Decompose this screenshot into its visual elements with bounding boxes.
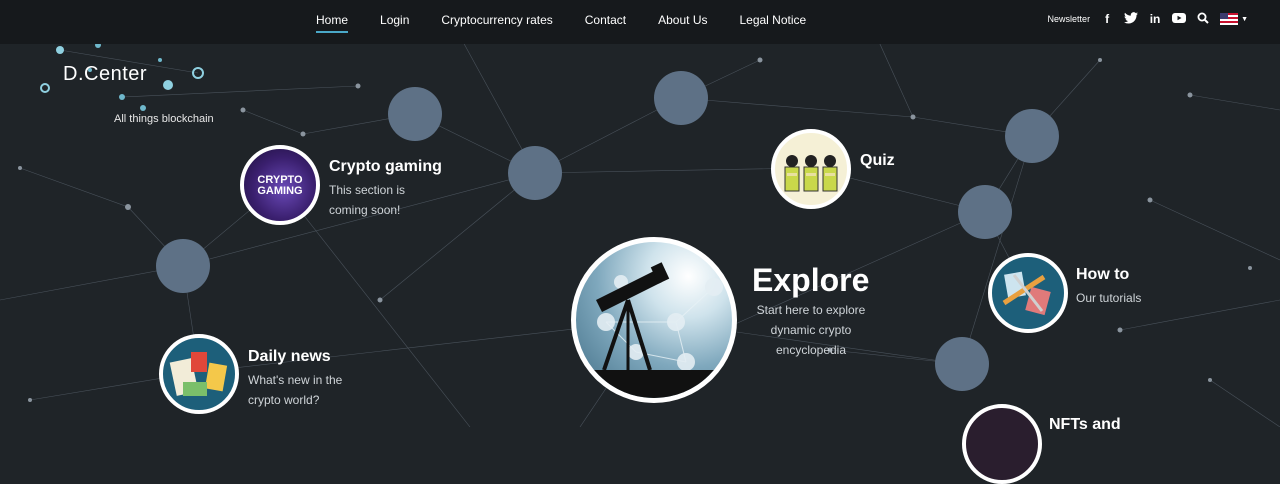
- how-to-title[interactable]: How to: [1076, 266, 1129, 284]
- language-selector[interactable]: ▼: [1220, 13, 1248, 25]
- facebook-icon[interactable]: f: [1100, 12, 1114, 26]
- search-icon[interactable]: [1196, 12, 1210, 26]
- twitter-icon[interactable]: [1124, 12, 1139, 26]
- nfts-title[interactable]: NFTs and: [1049, 416, 1121, 434]
- crypto-gaming-desc: This section is coming soon!: [329, 183, 406, 217]
- nav-crypto-rates[interactable]: Cryptocurrency rates: [441, 13, 552, 33]
- chevron-down-icon: ▼: [1241, 15, 1248, 23]
- nfts-thumb[interactable]: [962, 404, 1042, 484]
- how-to-thumb[interactable]: [988, 253, 1068, 333]
- daily-news-title[interactable]: Daily news: [248, 348, 331, 366]
- quiz-title[interactable]: Quiz: [860, 152, 895, 170]
- explore-title[interactable]: Explore: [752, 262, 869, 299]
- daily-news-desc: What's new in the crypto world?: [248, 373, 343, 407]
- tools-icon: [1002, 271, 1051, 316]
- nav-about[interactable]: About Us: [658, 13, 707, 33]
- nav-right: Newsletter f in ▼: [1048, 12, 1248, 26]
- nav-login[interactable]: Login: [380, 13, 409, 33]
- site-tagline: All things blockchain: [114, 113, 214, 125]
- linkedin-icon[interactable]: in: [1148, 12, 1162, 26]
- daily-news-thumb[interactable]: [159, 334, 239, 414]
- crypto-gaming-badge: CRYPTO GAMING: [257, 174, 303, 197]
- main-nav: Home Login Cryptocurrency rates Contact …: [316, 13, 838, 33]
- us-flag-icon: [1220, 13, 1239, 25]
- nav-contact[interactable]: Contact: [585, 13, 626, 33]
- how-to-desc: Our tutorials: [1076, 291, 1142, 305]
- explore-thumb[interactable]: [571, 237, 737, 403]
- telescope-icon: [576, 262, 732, 398]
- quiz-thumb[interactable]: [771, 129, 851, 209]
- crypto-gaming-title[interactable]: Crypto gaming: [329, 158, 442, 176]
- nav-legal[interactable]: Legal Notice: [739, 13, 806, 33]
- top-navbar: Home Login Cryptocurrency rates Contact …: [0, 0, 1280, 44]
- site-logo[interactable]: D.Center: [63, 63, 147, 86]
- newspaper-icon: [169, 352, 228, 396]
- quiz-characters-icon: [784, 155, 838, 192]
- explore-desc: Start here to explore dynamic crypto encyc…: [756, 303, 866, 357]
- nav-home[interactable]: Home: [316, 13, 349, 33]
- crypto-gaming-thumb[interactable]: CRYPTO GAMING: [240, 145, 320, 225]
- youtube-icon[interactable]: [1172, 12, 1187, 26]
- newsletter-link[interactable]: Newsletter: [1048, 14, 1091, 24]
